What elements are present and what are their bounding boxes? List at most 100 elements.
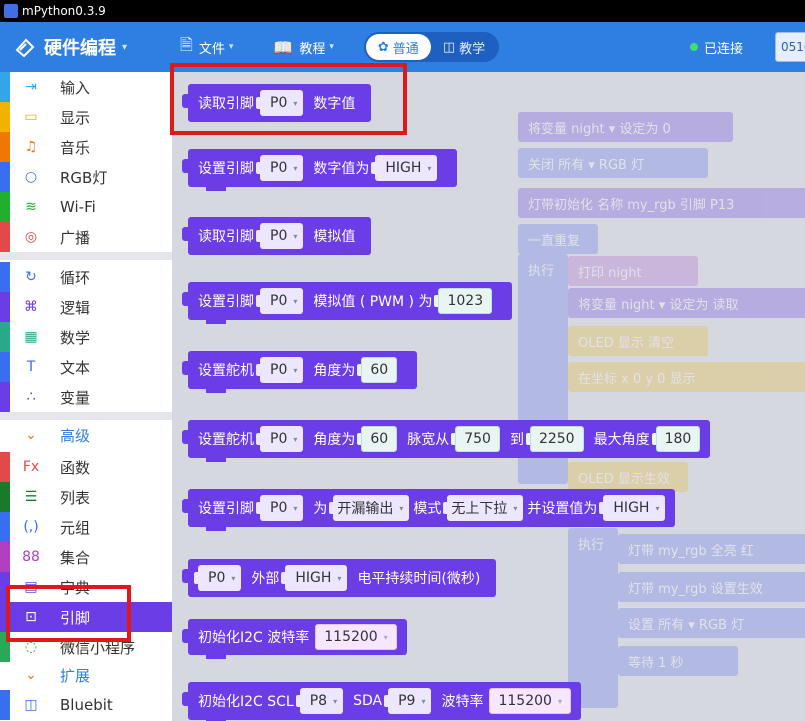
baudrate-dropdown[interactable]: 115200 ▾ <box>489 688 571 714</box>
chevron-down-icon: ▾ <box>383 632 388 642</box>
highlight-frame <box>170 63 407 135</box>
sidebar-item-math[interactable]: ▦ 数学 <box>0 322 172 352</box>
sidebar-item-input[interactable]: ⇥ 输入 <box>0 72 172 102</box>
window-titlebar: mPython0.3.9 <box>0 0 805 22</box>
sidebar-item-wifi[interactable]: ≋ Wi-Fi <box>0 192 172 222</box>
file-menu[interactable]: 🗎 文件 ▾ <box>180 34 233 61</box>
chevron-down-icon: ▾ <box>513 503 518 513</box>
sidebar-item-loop[interactable]: ↻ 循环 <box>0 262 172 292</box>
chevron-down-icon: ▾ <box>421 696 426 706</box>
ghost-block: 打印 night <box>568 256 698 286</box>
angle-input[interactable]: 60 <box>357 357 398 383</box>
pin-dropdown[interactable]: P0 ▾ <box>255 223 304 249</box>
block-read-analog-pin[interactable]: 读取引脚 P0 ▾ 模拟值 <box>181 217 372 255</box>
port-value: 0510 <box>781 40 805 54</box>
block-init-i2c[interactable]: 初始化I2C 波特率 115200 ▾ <box>182 619 407 659</box>
book-icon: 📖 <box>273 37 294 57</box>
mode-dropdown[interactable]: 开漏输出 ▾ <box>329 495 410 521</box>
block-text: 设置引脚 <box>198 294 254 310</box>
pin-dropdown[interactable]: P0 ▾ <box>193 565 242 591</box>
level-dropdown[interactable]: HIGH ▾ <box>281 565 348 591</box>
chevron-down-icon: ▾ <box>329 42 334 52</box>
sda-dropdown[interactable]: P9 ▾ <box>384 688 432 714</box>
sidebar-section-extension[interactable]: ⌄ 扩展 <box>10 660 172 690</box>
block-text: 为 <box>313 501 328 517</box>
max-pulse-input[interactable]: 2250 <box>525 426 584 452</box>
block-text: 设置舵机 <box>198 432 254 448</box>
ghost-block: 将变量 night ▾ 设定为 读取 <box>568 288 805 318</box>
input-icon: ⇥ <box>25 79 37 95</box>
pull-dropdown[interactable]: 无上下拉 ▾ <box>443 495 524 521</box>
chevron-down-icon: ▾ <box>293 231 298 241</box>
max-angle-input[interactable]: 180 <box>651 426 701 452</box>
sidebar-item-function[interactable]: Fx 函数 <box>0 452 172 482</box>
sidebar-item-rgb[interactable]: ○ RGB灯 <box>0 162 172 192</box>
sidebar-item-logic[interactable]: ⌘ 逻辑 <box>0 292 172 322</box>
block-workspace[interactable]: 将变量 night ▾ 设定为 0 关闭 所有 ▾ RGB 灯 灯带初始化 名称… <box>172 72 805 721</box>
sidebar-item-text[interactable]: T 文本 <box>0 352 172 382</box>
block-init-i2c-pins[interactable]: 初始化I2C SCL P8 ▾ SDA P9 ▾ 波特率 115200 ▾ <box>182 682 581 721</box>
monitor-icon: ▭ <box>24 109 38 125</box>
block-set-digital-pin[interactable]: 设置引脚 P0 ▾ 数字值为 HIGH ▾ <box>181 149 458 191</box>
block-set-servo-advanced[interactable]: 设置舵机 P0 ▾ 角度为 60 脉宽从 750 到 2250 最大角度 180 <box>181 420 711 462</box>
ghost-block: OLED 显示 清空 <box>568 326 708 356</box>
block-set-pwm[interactable]: 设置引脚 P0 ▾ 模拟值 ( PWM ) 为 1023 <box>181 282 513 324</box>
block-set-servo[interactable]: 设置舵机 P0 ▾ 角度为 60 <box>181 351 418 393</box>
chevron-down-icon: ▾ <box>122 41 128 53</box>
sidebar-section-advanced[interactable]: ⌄ 高级 <box>10 420 172 450</box>
block-text: 电平持续时间(微秒) <box>357 571 481 587</box>
level-dropdown[interactable]: HIGH ▾ <box>371 155 438 181</box>
pin-dropdown[interactable]: P0 ▾ <box>255 495 304 521</box>
logo-text: 硬件编程 <box>44 38 116 59</box>
block-text: 到 <box>509 432 524 448</box>
scl-dropdown[interactable]: P8 ▾ <box>295 688 344 714</box>
sidebar-item-bluebit[interactable]: ◫ Bluebit <box>0 690 172 720</box>
sidebar-item-display[interactable]: ▭ 显示 <box>0 102 172 132</box>
chevron-down-icon: ▾ <box>293 163 298 173</box>
block-set-pin-mode[interactable]: 设置引脚 P0 ▾ 为 开漏输出 ▾ 模式 无上下拉 ▾ 并设置值为 HIGH ▾ <box>181 489 676 531</box>
block-text: 角度为 <box>313 363 356 379</box>
pin-dropdown[interactable]: P0 ▾ <box>255 155 304 181</box>
ghost-block: 关闭 所有 ▾ RGB 灯 <box>518 148 708 178</box>
tutorial-menu[interactable]: 📖 教程 ▾ <box>273 38 333 57</box>
file-menu-label: 文件 <box>198 41 225 57</box>
block-pulse-duration[interactable]: P0 ▾ 外部 HIGH ▾ 电平持续时间(微秒) <box>181 559 497 597</box>
sidebar-item-variable[interactable]: ∴ 变量 <box>0 382 172 412</box>
background-program: 将变量 night ▾ 设定为 0 关闭 所有 ▾ RGB 灯 灯带初始化 名称… <box>518 112 805 721</box>
block-text: 模式 <box>413 501 442 517</box>
chevron-down-icon: ⌄ <box>25 667 37 683</box>
sidebar-item-set[interactable]: 88 集合 <box>0 542 172 572</box>
level-dropdown[interactable]: HIGH ▾ <box>599 495 666 521</box>
window-title: mPython0.3.9 <box>22 4 106 18</box>
sidebar-item-list[interactable]: ☰ 列表 <box>0 482 172 512</box>
logo-icon <box>15 38 35 58</box>
pin-dropdown[interactable]: P0 ▾ <box>255 357 304 383</box>
block-text: 最大角度 <box>593 432 650 448</box>
pin-dropdown[interactable]: P0 ▾ <box>255 288 304 314</box>
angle-input[interactable]: 60 <box>357 426 398 452</box>
min-pulse-input[interactable]: 750 <box>451 426 500 452</box>
tab-normal[interactable]: ✿ 普通 <box>365 34 431 60</box>
port-select[interactable]: 0510 <box>775 32 805 62</box>
pin-dropdown[interactable]: P0 ▾ <box>255 426 304 452</box>
block-text: 并设置值为 <box>527 501 598 517</box>
sidebar-item-broadcast[interactable]: ◎ 广播 <box>0 222 172 252</box>
baudrate-dropdown[interactable]: 115200 ▾ <box>315 624 397 650</box>
sidebar-item-music[interactable]: ♫ 音乐 <box>0 132 172 162</box>
chevron-down-icon: ▾ <box>337 573 342 583</box>
broadcast-icon: ◎ <box>24 229 38 245</box>
block-text: 设置引脚 <box>198 161 254 177</box>
highlight-frame <box>6 585 131 642</box>
block-text: 数字值为 <box>313 161 370 177</box>
pwm-value-input[interactable]: 1023 <box>434 288 493 314</box>
chevron-down-icon: ▾ <box>333 696 338 706</box>
ghost-block: OLED 显示生效 <box>568 462 688 492</box>
loop-icon: ↻ <box>25 269 37 285</box>
logo[interactable]: 硬件编程 ▾ <box>0 34 180 60</box>
divider <box>0 412 172 420</box>
sidebar-item-tuple[interactable]: (,) 元组 <box>0 512 172 542</box>
ghost-block: 将变量 night ▾ 设定为 0 <box>518 112 733 142</box>
tab-teaching[interactable]: ◫ 教学 <box>431 34 497 60</box>
tab-teaching-label: 教学 <box>459 41 486 57</box>
chevron-down-icon: ⌄ <box>25 427 37 443</box>
